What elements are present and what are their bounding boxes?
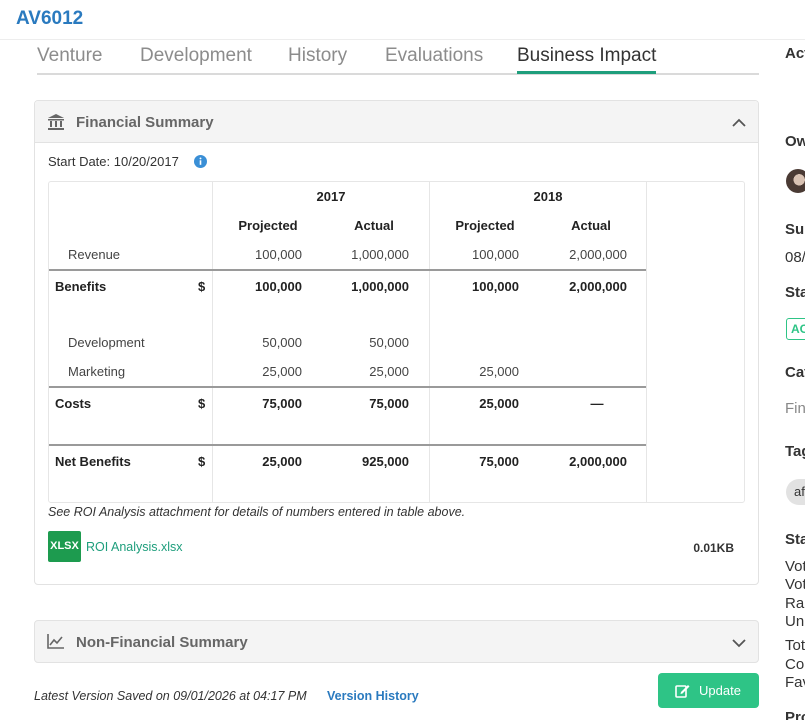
- year-header-2017: 2017: [316, 189, 346, 204]
- total-divider: [49, 269, 646, 271]
- sidebar-heading: Act: [785, 45, 805, 62]
- xlsx-file-icon: XLSX: [48, 531, 81, 562]
- row-label-development: Development: [68, 335, 145, 350]
- sidebar-stat-label: Vot: [785, 576, 805, 593]
- tab-bar: Venture Development History Evaluations …: [37, 44, 759, 75]
- table-cell: 2,000,000: [569, 454, 627, 469]
- table-cell: 100,000: [472, 247, 519, 262]
- financial-table: 2017 2018 Projected Actual Projected Act…: [48, 181, 745, 503]
- table-cell: 100,000: [472, 279, 519, 294]
- tab-venture[interactable]: Venture: [37, 44, 103, 68]
- financial-summary-title: Financial Summary: [76, 114, 214, 131]
- financial-summary-panel: Financial Summary Start Date: 10/20/2017…: [34, 100, 759, 585]
- sidebar-stat-label: Uni: [785, 613, 805, 630]
- status-badge: AC: [786, 318, 805, 340]
- sidebar-heading: Pro: [785, 709, 805, 720]
- line-chart-icon: [47, 633, 65, 654]
- col-header-projected: Projected: [455, 218, 515, 233]
- table-cell: 1,000,000: [351, 247, 409, 262]
- currency-symbol: $: [198, 396, 206, 411]
- avatar[interactable]: [786, 169, 805, 193]
- tab-development[interactable]: Development: [140, 44, 252, 68]
- update-button[interactable]: Update: [658, 673, 759, 708]
- table-cell: 25,000: [262, 454, 302, 469]
- sidebar-stat-label: Vot: [785, 558, 805, 575]
- sidebar-stat-label: Tot: [785, 637, 805, 654]
- table-cell: —: [590, 396, 604, 411]
- tag-chip[interactable]: af: [786, 479, 805, 505]
- edit-icon: [675, 683, 690, 703]
- sidebar-stat-label: Ran: [785, 595, 805, 612]
- chevron-up-icon[interactable]: [732, 115, 746, 133]
- currency-symbol: $: [198, 279, 206, 294]
- table-cell: 2,000,000: [569, 247, 627, 262]
- col-header-projected: Projected: [238, 218, 298, 233]
- update-button-label: Update: [699, 683, 741, 698]
- details-sidebar: Act Ow Sub 08/ Sta AC Cat Fin Tag af Sta…: [784, 0, 805, 720]
- chevron-down-icon[interactable]: [732, 635, 746, 653]
- sidebar-stat-label: Cor: [785, 656, 805, 673]
- attachment-size: 0.01KB: [693, 541, 734, 555]
- row-label-benefits: Benefits: [55, 279, 107, 294]
- col-header-actual: Actual: [354, 218, 394, 233]
- total-divider: [49, 444, 646, 446]
- sidebar-value: 08/: [785, 249, 805, 266]
- sidebar-heading: Sta: [785, 531, 805, 548]
- row-label-marketing: Marketing: [68, 364, 126, 379]
- attachment-link[interactable]: ROI Analysis.xlsx: [86, 540, 183, 554]
- table-cell: 25,000: [479, 364, 519, 379]
- sidebar-stat-label: Fav: [785, 674, 805, 691]
- version-history-link[interactable]: Version History: [327, 689, 419, 703]
- table-cell: 75,000: [479, 454, 519, 469]
- bank-icon: [47, 113, 65, 136]
- col-header-actual: Actual: [571, 218, 611, 233]
- non-financial-summary-panel[interactable]: Non-Financial Summary: [34, 620, 759, 663]
- table-cell: 25,000: [369, 364, 409, 379]
- currency-symbol: $: [198, 454, 206, 469]
- table-cell: 2,000,000: [569, 279, 627, 294]
- table-cell: 75,000: [369, 396, 409, 411]
- column-divider: [646, 182, 647, 502]
- tab-evaluations[interactable]: Evaluations: [385, 44, 483, 68]
- table-cell: 25,000: [479, 396, 519, 411]
- row-label-costs: Costs: [55, 396, 92, 411]
- sidebar-heading: Ow: [785, 133, 805, 150]
- sidebar-heading: Sub: [785, 221, 805, 238]
- total-divider: [49, 386, 646, 388]
- row-label-revenue: Revenue: [68, 247, 121, 262]
- sidebar-value: Fin: [785, 400, 805, 417]
- start-date: Start Date: 10/20/2017: [48, 154, 179, 169]
- app-id-title: AV6012: [16, 8, 84, 29]
- sidebar-heading: Cat: [785, 364, 805, 381]
- header-divider: [0, 39, 805, 40]
- non-financial-summary-title: Non-Financial Summary: [76, 634, 248, 651]
- last-saved-text: Latest Version Saved on 09/01/2026 at 04…: [34, 689, 307, 703]
- sidebar-heading: Tag: [785, 443, 805, 460]
- page: AV6012 Venture Development History Evalu…: [0, 0, 805, 720]
- table-cell: 925,000: [362, 454, 409, 469]
- table-cell: 100,000: [255, 279, 302, 294]
- table-cell: 100,000: [255, 247, 302, 262]
- row-label-net-benefits: Net Benefits: [55, 454, 131, 469]
- financial-summary-header[interactable]: Financial Summary: [35, 101, 758, 143]
- table-cell: 1,000,000: [351, 279, 409, 294]
- table-cell: 50,000: [262, 335, 302, 350]
- tab-business-impact[interactable]: Business Impact: [517, 44, 657, 74]
- tab-history[interactable]: History: [288, 44, 347, 68]
- table-cell: 50,000: [369, 335, 409, 350]
- table-cell: 75,000: [262, 396, 302, 411]
- table-footnote: See ROI Analysis attachment for details …: [48, 505, 466, 519]
- table-cell: 25,000: [262, 364, 302, 379]
- info-icon[interactable]: [194, 155, 207, 173]
- year-header-2018: 2018: [533, 189, 563, 204]
- sidebar-heading: Sta: [785, 284, 805, 301]
